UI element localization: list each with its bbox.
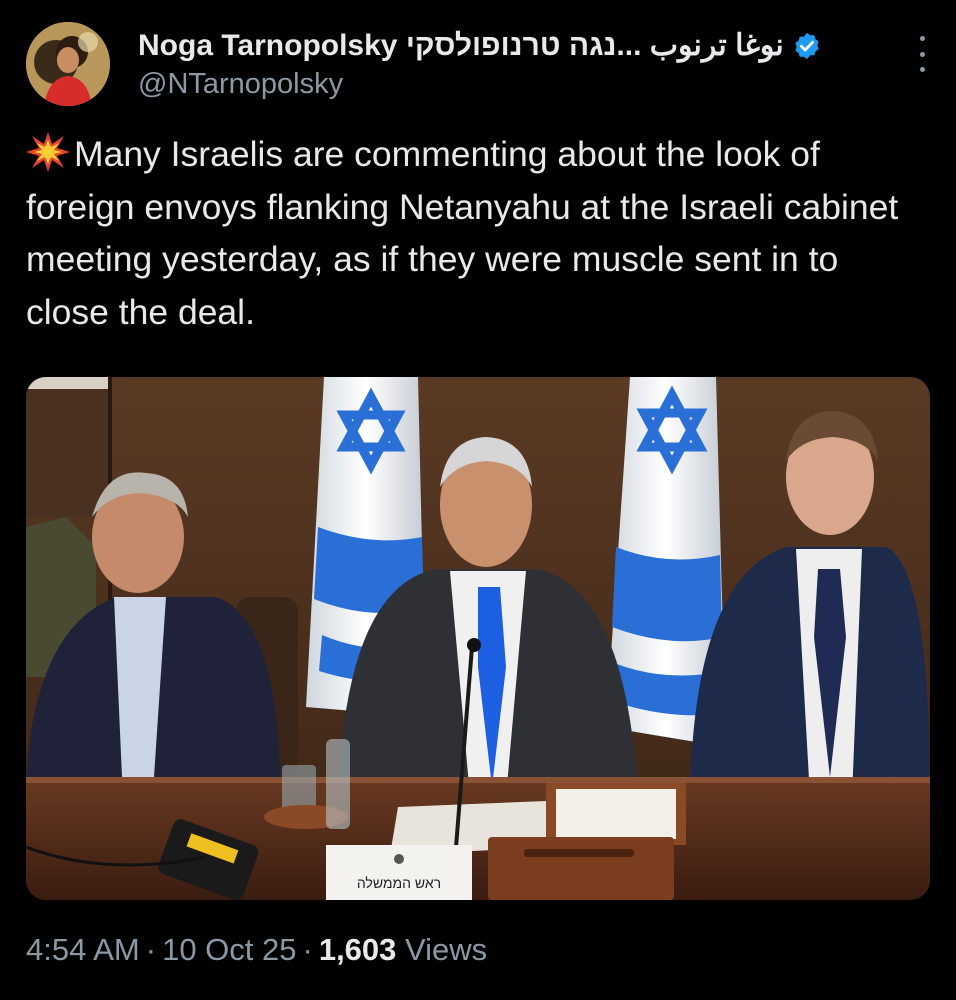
tweet-time[interactable]: 4:54 AM: [26, 932, 140, 967]
tweet-media-image[interactable]: ראש הממשלה: [26, 377, 930, 900]
author-name-row: Noga Tarnopolsky نوغا ترنوب ...נגה טרנופ…: [138, 28, 822, 63]
verified-badge-icon: [795, 32, 819, 59]
views-count: 1,603: [318, 932, 397, 967]
display-name[interactable]: Noga Tarnopolsky نوغا ترنوب ...נגה טרנופ…: [138, 28, 784, 63]
tweet-date[interactable]: 10 Oct 25: [162, 932, 296, 967]
tweet-text: Many Israelis are commenting about the l…: [26, 128, 926, 338]
avatar[interactable]: [26, 22, 110, 106]
more-options-icon[interactable]: [914, 36, 930, 72]
author-handle[interactable]: @NTarnopolsky: [138, 68, 343, 101]
tweet-header: Noga Tarnopolsky نوغا ترنوب ...נגה טרנופ…: [26, 20, 936, 110]
nameplate-text: ראש הממשלה: [357, 875, 441, 891]
tweet-meta: 4:54 AM · 10 Oct 25 · 1,603 Views: [26, 932, 488, 967]
collision-emoji-icon: [26, 132, 70, 172]
tweet-body: Many Israelis are commenting about the l…: [26, 134, 899, 332]
views-label: Views: [405, 932, 488, 967]
